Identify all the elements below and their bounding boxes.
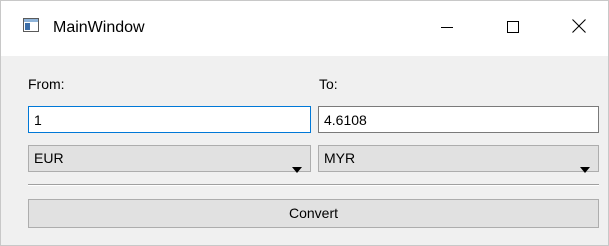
convert-button[interactable]: Convert: [28, 199, 599, 228]
from-amount-input[interactable]: [28, 106, 311, 133]
separator-line: [28, 184, 599, 186]
window-title: MainWindow: [53, 19, 145, 36]
to-currency-value: MYR: [324, 150, 356, 166]
app-window-icon: [23, 18, 39, 32]
maximize-icon: [507, 20, 519, 38]
maximize-button[interactable]: [490, 1, 536, 56]
chevron-down-icon: [580, 156, 590, 173]
from-currency-select[interactable]: EUR: [28, 145, 311, 173]
to-amount-input[interactable]: [318, 106, 599, 133]
chevron-down-icon: [292, 156, 302, 173]
to-label: To:: [319, 76, 338, 92]
minimize-button[interactable]: [424, 1, 470, 56]
main-window: MainWindow From: To: 1 4.6108 EUR MYR Co…: [0, 0, 609, 246]
to-currency-select[interactable]: MYR: [318, 145, 599, 173]
minimize-icon: [441, 20, 453, 38]
from-label: From:: [28, 76, 65, 92]
close-icon: [572, 19, 586, 38]
close-button[interactable]: [556, 1, 602, 56]
from-currency-value: EUR: [34, 150, 64, 166]
title-bar[interactable]: MainWindow: [1, 1, 608, 56]
